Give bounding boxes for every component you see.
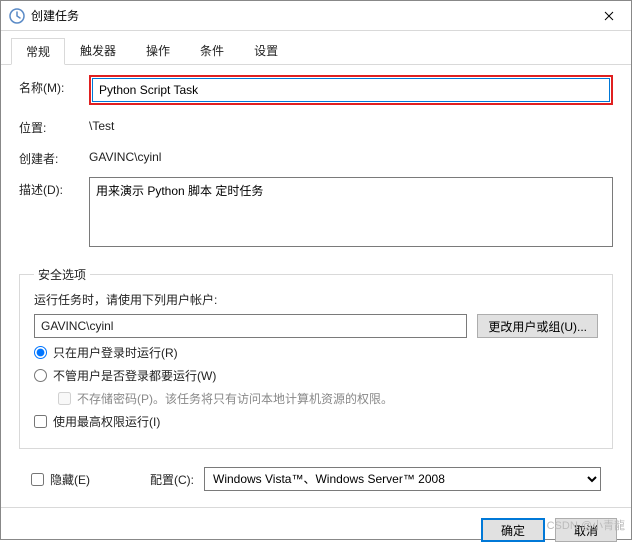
radio-any-label: 不管用户是否登录都要运行(W): [53, 367, 216, 384]
ok-button[interactable]: 确定: [481, 518, 545, 542]
create-task-dialog: 创建任务 常规 触发器 操作 条件 设置 名称(M): 位置: \Test 创建…: [0, 0, 632, 540]
highest-priv-row[interactable]: 使用最高权限运行(I): [34, 413, 598, 430]
name-highlight: [89, 75, 613, 105]
run-as-label: 运行任务时，请使用下列用户帐户:: [34, 291, 598, 308]
window-title: 创建任务: [31, 7, 586, 24]
no-password-label: 不存储密码(P)。该任务将只有访问本地计算机资源的权限。: [77, 390, 393, 407]
author-label: 创建者:: [19, 146, 75, 167]
radio-logged-on-label: 只在用户登录时运行(R): [53, 344, 178, 361]
name-input[interactable]: [92, 78, 610, 102]
config-label: 配置(C):: [150, 471, 194, 488]
change-user-button[interactable]: 更改用户或组(U)...: [477, 314, 598, 338]
dialog-footer: 确定 取消: [1, 508, 631, 552]
tab-triggers[interactable]: 触发器: [65, 37, 131, 64]
location-value: \Test: [89, 115, 613, 133]
tab-settings[interactable]: 设置: [239, 37, 293, 64]
cancel-button[interactable]: 取消: [555, 518, 617, 542]
titlebar: 创建任务: [1, 1, 631, 31]
description-label: 描述(D):: [19, 177, 75, 198]
security-legend: 安全选项: [34, 266, 90, 283]
highest-priv-label: 使用最高权限运行(I): [53, 413, 160, 430]
radio-any[interactable]: [34, 369, 47, 382]
description-input[interactable]: 用来演示 Python 脚本 定时任务: [89, 177, 613, 247]
location-label: 位置:: [19, 115, 75, 136]
author-value: GAVINC\cyinl: [89, 146, 613, 164]
close-button[interactable]: [586, 1, 631, 30]
security-options: 安全选项 运行任务时，请使用下列用户帐户: GAVINC\cyinl 更改用户或…: [19, 266, 613, 449]
name-label: 名称(M):: [19, 75, 75, 96]
tab-strip: 常规 触发器 操作 条件 设置: [1, 31, 631, 65]
tab-actions[interactable]: 操作: [131, 37, 185, 64]
config-select[interactable]: Windows Vista™、Windows Server™ 2008: [204, 467, 601, 491]
hidden-label: 隐藏(E): [50, 471, 90, 488]
hidden-row[interactable]: 隐藏(E): [31, 471, 90, 488]
account-display: GAVINC\cyinl: [34, 314, 467, 338]
hidden-checkbox[interactable]: [31, 473, 44, 486]
general-panel: 名称(M): 位置: \Test 创建者: GAVINC\cyinl 描述(D)…: [1, 65, 631, 501]
task-scheduler-icon: [9, 8, 25, 24]
highest-priv-checkbox[interactable]: [34, 415, 47, 428]
account-value: GAVINC\cyinl: [41, 319, 113, 333]
radio-logged-on[interactable]: [34, 346, 47, 359]
no-password-row: 不存储密码(P)。该任务将只有访问本地计算机资源的权限。: [58, 390, 598, 407]
radio-any-row[interactable]: 不管用户是否登录都要运行(W): [34, 367, 598, 384]
tab-conditions[interactable]: 条件: [185, 37, 239, 64]
tab-general[interactable]: 常规: [11, 38, 65, 65]
no-password-checkbox: [58, 392, 71, 405]
radio-logged-on-row[interactable]: 只在用户登录时运行(R): [34, 344, 598, 361]
